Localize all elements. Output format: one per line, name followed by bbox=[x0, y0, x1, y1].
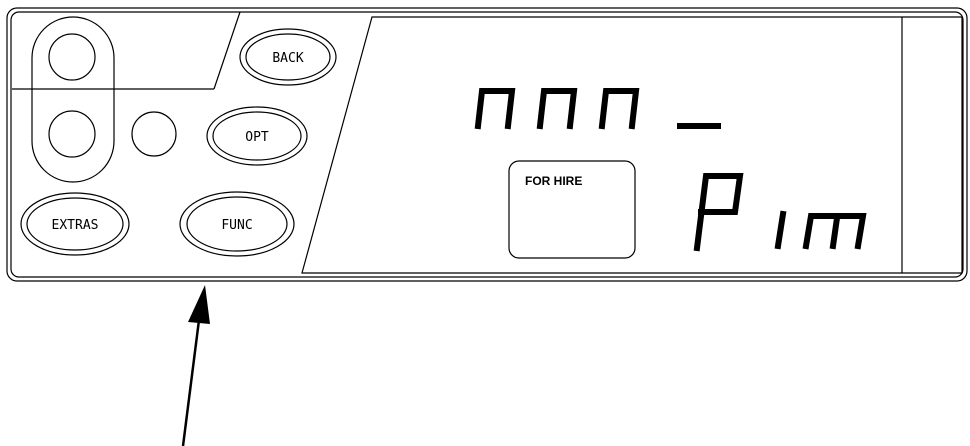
arrow-up-icon bbox=[181, 285, 210, 446]
meter-housing bbox=[6, 7, 968, 282]
round-button-bottom[interactable] bbox=[48, 110, 96, 158]
extras-button-label: EXTRAS bbox=[52, 218, 99, 233]
extras-button[interactable]: EXTRAS bbox=[20, 192, 130, 256]
for-hire-badge: FOR HIRE bbox=[508, 160, 636, 259]
bottom-readout bbox=[693, 173, 867, 252]
indicator-lamp bbox=[131, 111, 177, 157]
display-window bbox=[301, 16, 963, 274]
round-button-top[interactable] bbox=[48, 33, 96, 81]
back-button[interactable]: BACK bbox=[239, 28, 337, 86]
opt-button[interactable]: OPT bbox=[206, 106, 308, 166]
top-readout bbox=[474, 88, 721, 130]
panel-divider-slant bbox=[213, 11, 241, 90]
func-button[interactable]: FUNC bbox=[179, 191, 295, 257]
taxi-meter-diagram: BACK OPT EXTRAS FUNC FOR HIRE bbox=[6, 7, 968, 446]
func-button-label: FUNC bbox=[221, 218, 252, 233]
back-button-label: BACK bbox=[272, 51, 303, 66]
for-hire-label: FOR HIRE bbox=[525, 174, 582, 188]
opt-button-label: OPT bbox=[245, 130, 269, 145]
meter-housing-inner bbox=[10, 11, 964, 278]
